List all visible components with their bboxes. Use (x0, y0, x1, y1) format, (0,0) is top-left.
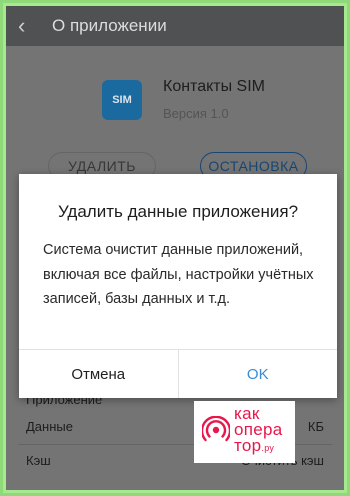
ok-button[interactable]: OK (179, 350, 338, 398)
dialog-title: Удалить данные приложения? (57, 202, 299, 221)
back-arrow-icon[interactable]: ‹ (18, 15, 46, 37)
app-bar: ‹ О приложении (6, 6, 344, 46)
signal-icon (202, 416, 230, 442)
clear-data-dialog: Удалить данные приложения? Система очист… (19, 174, 337, 398)
page-title: О приложении (52, 16, 167, 35)
watermark-text: как опера тор.ру (234, 405, 283, 456)
watermark-logo: как опера тор.ру (194, 401, 295, 463)
cancel-button[interactable]: Отмена (19, 350, 179, 398)
screen: ‹ О приложении SIM Контакты SIM Версия 1… (3, 3, 347, 493)
dialog-actions: Отмена OK (19, 349, 337, 398)
watermark-suffix: .ру (261, 443, 275, 453)
dialog-message: Система очистит данные приложений, включ… (43, 242, 314, 307)
watermark-line-3: тор (234, 436, 262, 455)
